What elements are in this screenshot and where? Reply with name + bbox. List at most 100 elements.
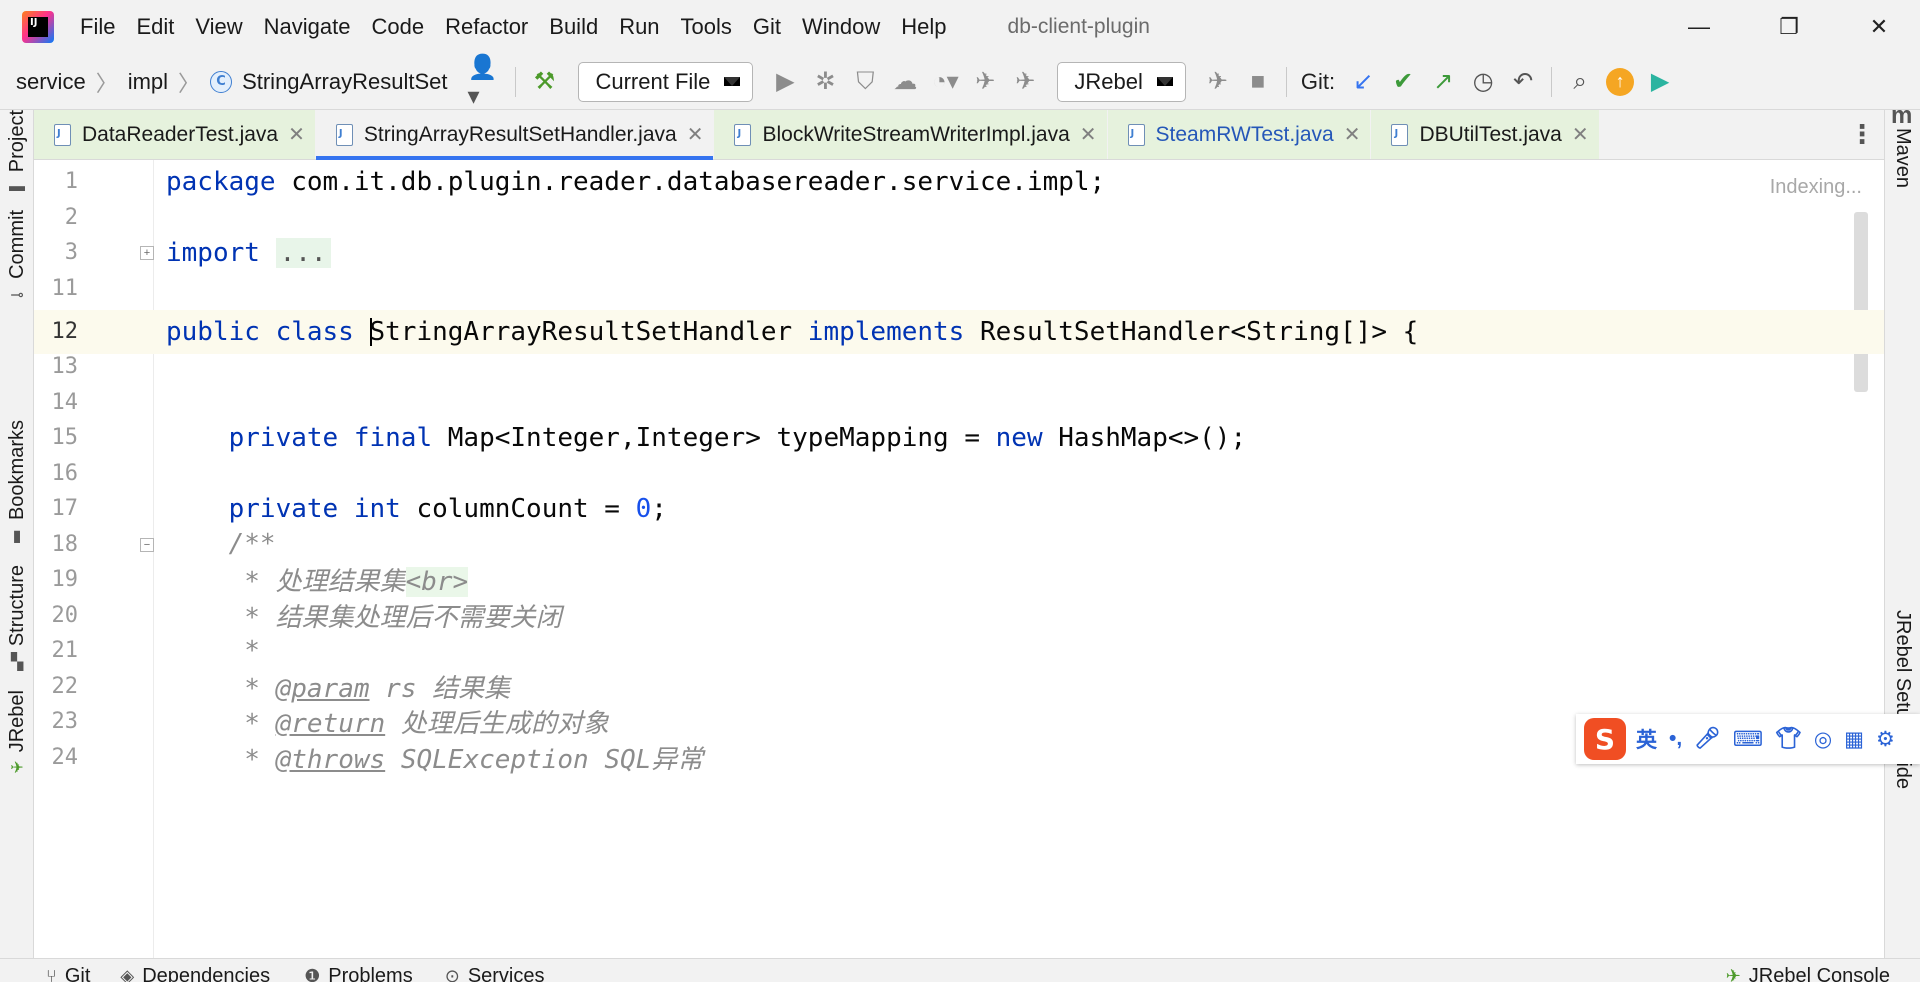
ime-language-toggle[interactable]: 英	[1636, 724, 1657, 754]
tool-tab-project[interactable]: Project ▬	[0, 110, 34, 196]
tool-tab-commit[interactable]: Commit ⊸	[0, 210, 34, 305]
tab-stringarrayresultsethandler[interactable]: StringArrayResultSetHandler.java ✕	[315, 110, 715, 160]
git-history-icon[interactable]: ◷	[1463, 62, 1503, 102]
update-icon[interactable]: ↑	[1600, 62, 1640, 102]
javadoc-tag: @throws	[275, 744, 386, 775]
jrebel-debug-icon[interactable]: ✈	[1005, 62, 1045, 102]
bottom-tool-git[interactable]: ⑂ Git	[46, 965, 90, 982]
jrebel-config-select[interactable]: JRebel	[1057, 61, 1186, 102]
tab-steamrwtest[interactable]: SteamRWTest.java ✕	[1107, 110, 1372, 159]
bottom-tool-label: Git	[64, 965, 91, 982]
menu-build[interactable]: Build	[549, 14, 598, 40]
git-update-icon[interactable]: ↙	[1343, 62, 1383, 102]
folded-imports[interactable]: ...	[275, 237, 331, 268]
java-file-icon	[1389, 123, 1409, 147]
breadcrumb-class[interactable]: C StringArrayResultSet	[210, 69, 447, 95]
breadcrumb-impl[interactable]: impl	[128, 69, 168, 95]
user-icon[interactable]: 👤▾	[467, 54, 507, 110]
tab-blockwritestreamwriterimpl[interactable]: BlockWriteStreamWriterImpl.java ✕	[714, 110, 1108, 159]
apps-icon[interactable]: ▦	[1844, 727, 1864, 752]
profile-icon[interactable]: ☁	[885, 62, 925, 102]
comment-token: *	[228, 635, 260, 666]
bottom-tool-problems[interactable]: ❶ Problems	[304, 965, 413, 982]
breadcrumb-service[interactable]: service	[16, 69, 86, 95]
settings-gear-icon[interactable]: ⚙	[1876, 727, 1895, 752]
tool-tab-bookmarks[interactable]: Bookmarks ▮	[0, 420, 34, 546]
menu-tools[interactable]: Tools	[681, 14, 732, 40]
punctuation-icon[interactable]: •,	[1669, 727, 1682, 751]
search-icon[interactable]: ⌕	[1560, 62, 1600, 102]
close-icon[interactable]: ✕	[687, 122, 704, 147]
line-number: 14	[51, 389, 79, 415]
menu-edit[interactable]: Edit	[136, 14, 174, 40]
jrebel-icon: ✈	[10, 760, 24, 778]
more-tabs-icon[interactable]: ⋮	[1840, 110, 1884, 159]
attach-icon[interactable]: ✈	[1198, 62, 1238, 102]
run-icon[interactable]: ▶	[765, 62, 805, 102]
code-editor[interactable]: Indexing... 1 package com.it.db.plugin.r…	[34, 160, 1884, 958]
git-push-icon[interactable]: ↗	[1423, 62, 1463, 102]
menu-view[interactable]: View	[195, 14, 242, 40]
menu-refactor[interactable]: Refactor	[445, 14, 528, 40]
navigation-toolbar: service 〉 impl 〉 C StringArrayResultSet …	[0, 54, 1920, 110]
line-number: 1	[64, 169, 78, 195]
close-icon[interactable]: ✕	[288, 122, 305, 147]
code-with-me-icon[interactable]: ▶	[1640, 62, 1680, 102]
tab-label: DataReaderTest.java	[82, 122, 279, 146]
services-icon: ⊙	[444, 966, 460, 982]
line-number: 19	[51, 567, 79, 593]
run-options-icon[interactable]: ◔▾	[925, 62, 965, 102]
bottom-tool-jrebel-console[interactable]: ✈ JRebel Console	[1726, 965, 1890, 982]
menu-help[interactable]: Help	[901, 14, 946, 40]
sogou-ime-logo-icon[interactable]: S	[1584, 718, 1626, 760]
build-hammer-icon[interactable]: ⚒	[524, 62, 564, 102]
microphone-icon[interactable]: 🎤︎	[1694, 727, 1721, 751]
tab-datareadertest[interactable]: DataReaderTest.java ✕	[34, 110, 316, 159]
code-line: 11	[34, 267, 1884, 311]
tool-tab-maven[interactable]: Maven	[1891, 128, 1914, 188]
comment-token: SQLException SQL异常	[385, 744, 704, 775]
menu-window[interactable]: Window	[802, 14, 880, 40]
code-token: ;	[651, 493, 667, 524]
jrebel-run-icon[interactable]: ✈	[965, 62, 1005, 102]
menu-run[interactable]: Run	[619, 14, 659, 40]
git-commit-icon[interactable]: ✔	[1383, 62, 1423, 102]
run-config-select[interactable]: Current File	[578, 61, 754, 102]
bottom-tool-dependencies[interactable]: ◈ Dependencies	[120, 965, 270, 982]
tool-tab-structure[interactable]: Structure ▚	[0, 565, 34, 672]
git-rollback-icon[interactable]: ↶	[1503, 62, 1543, 102]
window-title: db-client-plugin	[1007, 15, 1150, 38]
bottom-tool-services[interactable]: ⊙ Services	[445, 965, 545, 982]
menu-git[interactable]: Git	[753, 14, 781, 40]
keyword: package	[166, 166, 276, 197]
line-number: 20	[51, 602, 79, 628]
close-icon[interactable]: ✕	[1344, 122, 1361, 147]
line-number: 16	[51, 460, 79, 486]
line-number: 23	[51, 709, 79, 735]
minimize-button[interactable]: —	[1654, 0, 1744, 54]
tab-dbutiltest[interactable]: DBUtilTest.java ✕	[1371, 110, 1600, 159]
close-window-button[interactable]: ✕	[1834, 0, 1920, 54]
keyboard-icon[interactable]: ⌨	[1733, 727, 1763, 752]
coverage-icon[interactable]: ⛉	[845, 62, 885, 102]
line-number: 17	[51, 496, 79, 522]
tab-label: BlockWriteStreamWriterImpl.java	[762, 122, 1070, 146]
menu-navigate[interactable]: Navigate	[264, 14, 351, 40]
bottom-tool-label: Problems	[328, 965, 413, 982]
stop-icon[interactable]: ■	[1238, 62, 1278, 102]
skin-icon[interactable]: 👕︎	[1775, 727, 1802, 751]
debug-icon[interactable]: ✲	[805, 62, 845, 102]
tool-tab-jrebel[interactable]: JRebel ✈	[0, 690, 34, 778]
fold-collapse-icon[interactable]: −	[140, 537, 154, 552]
restore-button[interactable]: ❐	[1744, 0, 1834, 54]
game-icon[interactable]: ◎	[1814, 727, 1832, 752]
folder-icon: ▬	[9, 178, 25, 196]
jrebel-config-label: JRebel	[1074, 68, 1143, 94]
fold-expand-icon[interactable]: +	[140, 246, 154, 260]
close-icon[interactable]: ✕	[1080, 122, 1097, 147]
menu-file[interactable]: File	[80, 14, 115, 40]
bottom-tool-label: JRebel Console	[1748, 965, 1890, 982]
menu-code[interactable]: Code	[372, 14, 425, 40]
structure-icon: ▚	[10, 654, 24, 672]
close-icon[interactable]: ✕	[1572, 122, 1589, 147]
